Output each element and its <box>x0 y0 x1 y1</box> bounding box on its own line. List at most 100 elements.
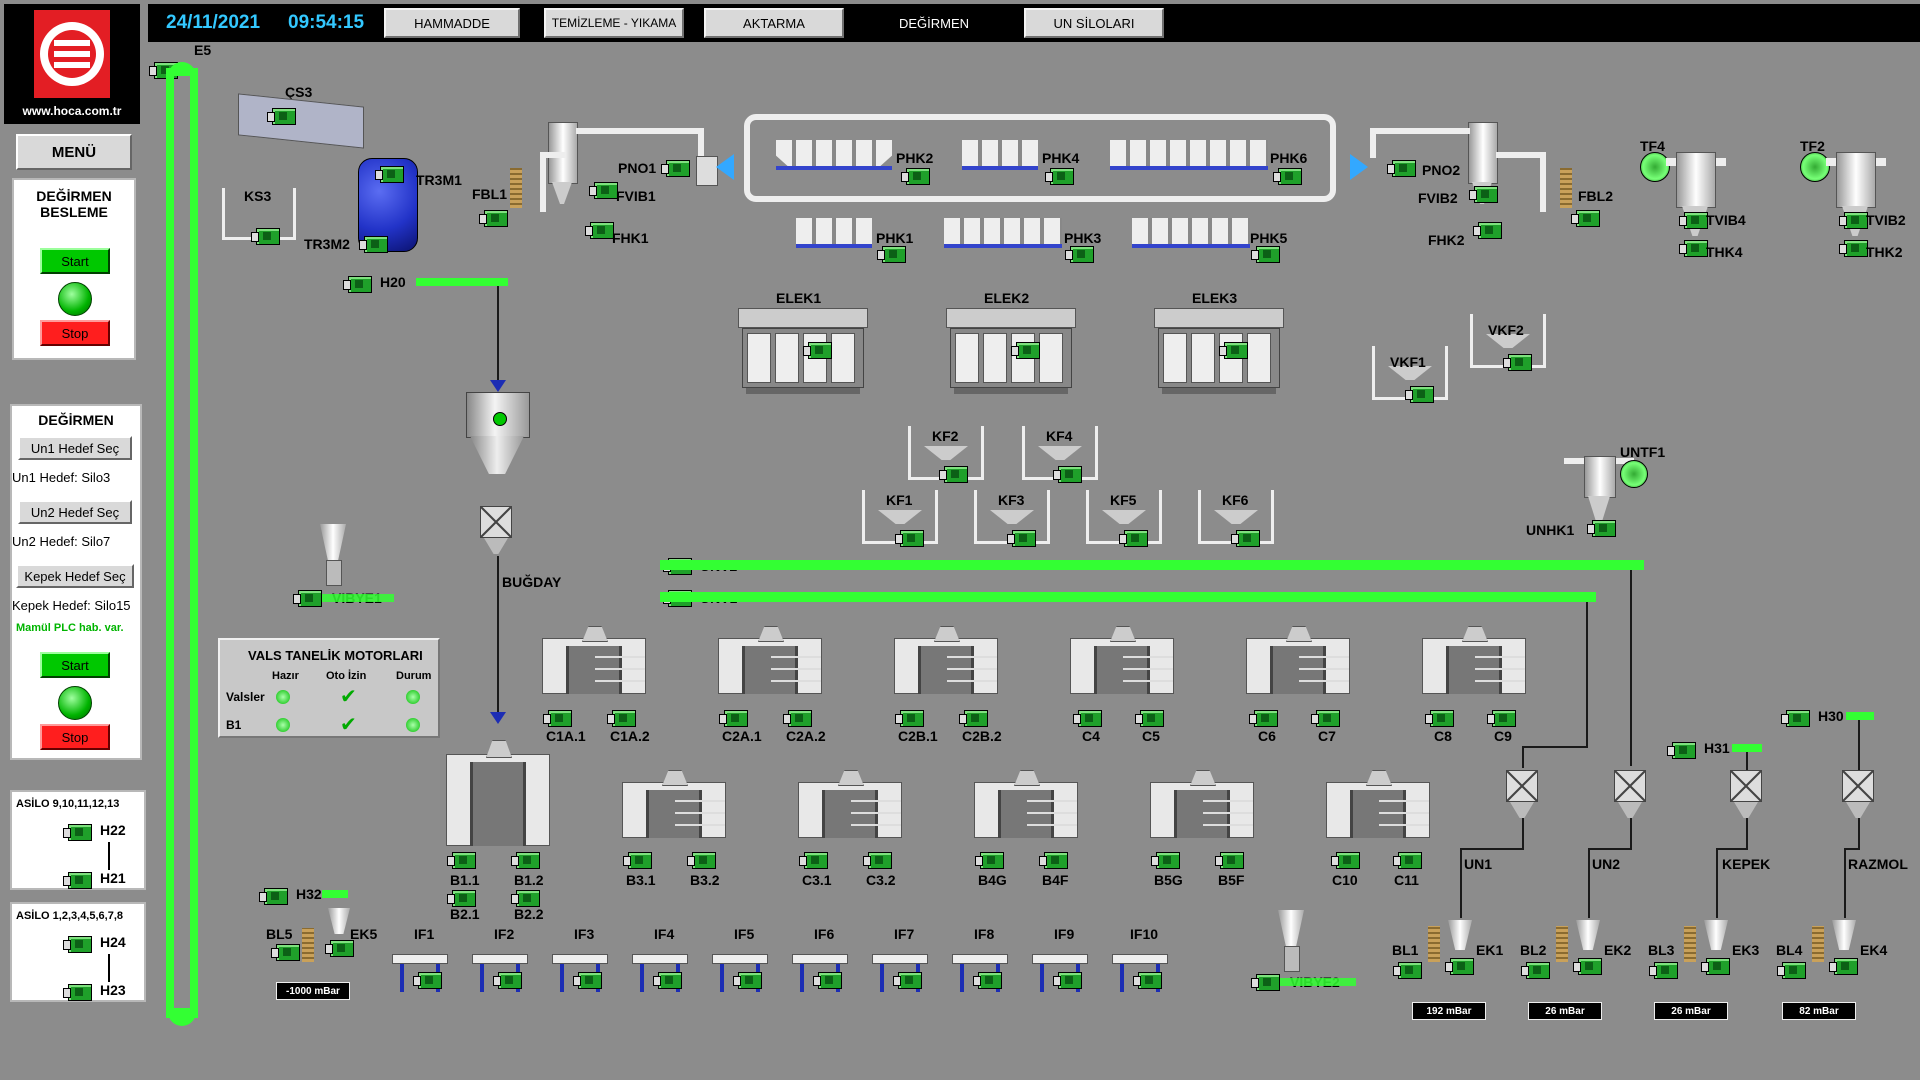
b4f-motor[interactable] <box>1039 852 1068 869</box>
tvib4-motor[interactable] <box>1679 212 1708 229</box>
b4g-motor[interactable] <box>975 852 1004 869</box>
unhk1-motor[interactable] <box>1587 520 1616 537</box>
if5-motor[interactable] <box>733 972 762 989</box>
ek2-motor[interactable] <box>1573 958 1602 975</box>
c3-2-motor[interactable] <box>863 852 892 869</box>
if7-motor[interactable] <box>893 972 922 989</box>
tab-aktarma[interactable]: AKTARMA <box>704 8 844 38</box>
kf4-motor[interactable] <box>1053 466 1082 483</box>
phk1-motor[interactable] <box>877 246 906 263</box>
c2b-2-motor[interactable] <box>959 710 988 727</box>
h31-motor[interactable] <box>1667 742 1696 759</box>
b3-2-motor[interactable] <box>687 852 716 869</box>
if2-motor[interactable] <box>493 972 522 989</box>
kf6-motor[interactable] <box>1231 530 1260 547</box>
cs3-motor[interactable] <box>267 108 296 125</box>
tab-hammadde[interactable]: HAMMADDE <box>384 8 520 38</box>
b5g-motor[interactable] <box>1151 852 1180 869</box>
h20-motor[interactable] <box>343 276 372 293</box>
vkf2-motor[interactable] <box>1503 354 1532 371</box>
h22-motor[interactable] <box>63 824 92 841</box>
b5f-motor[interactable] <box>1215 852 1244 869</box>
h23-motor[interactable] <box>63 984 92 1001</box>
c2a-1-motor[interactable] <box>719 710 748 727</box>
bl5-motor[interactable] <box>271 944 300 961</box>
thk2-motor[interactable] <box>1839 240 1868 257</box>
c10-motor[interactable] <box>1331 852 1360 869</box>
elek2-motor[interactable] <box>1011 342 1040 359</box>
c2b-1-motor[interactable] <box>895 710 924 727</box>
phk2-motor[interactable] <box>901 168 930 185</box>
if1-motor[interactable] <box>413 972 442 989</box>
c5-motor[interactable] <box>1135 710 1164 727</box>
c3-1-motor[interactable] <box>799 852 828 869</box>
fvib2-motor[interactable] <box>1469 186 1498 203</box>
bl4-motor[interactable] <box>1777 962 1806 979</box>
bl3-motor[interactable] <box>1649 962 1678 979</box>
b2-2-motor[interactable] <box>511 890 540 907</box>
ks3-motor[interactable] <box>251 228 280 245</box>
vibye2-motor[interactable] <box>1251 974 1280 991</box>
ek1-motor[interactable] <box>1445 958 1474 975</box>
ek5-motor[interactable] <box>325 940 354 957</box>
feed-start-button[interactable]: Start <box>40 248 110 274</box>
feed-stop-button[interactable]: Stop <box>40 320 110 346</box>
fbl1-motor[interactable] <box>479 210 508 227</box>
b1-1-motor[interactable] <box>447 852 476 869</box>
elek3-motor[interactable] <box>1219 342 1248 359</box>
phk6-motor[interactable] <box>1273 168 1302 185</box>
tab-un-silolari[interactable]: UN SİLOLARI <box>1024 8 1164 38</box>
pno2-motor[interactable] <box>1387 160 1416 177</box>
menu-button[interactable]: MENÜ <box>16 134 132 170</box>
kf1-motor[interactable] <box>895 530 924 547</box>
bl1-motor[interactable] <box>1393 962 1422 979</box>
phk3-motor[interactable] <box>1065 246 1094 263</box>
tvib2-motor[interactable] <box>1839 212 1868 229</box>
mill-stop-button[interactable]: Stop <box>40 724 110 750</box>
c9-motor[interactable] <box>1487 710 1516 727</box>
b2-1-motor[interactable] <box>447 890 476 907</box>
tab-degirmen[interactable]: DEĞİRMEN <box>864 8 1004 38</box>
b3-1-motor[interactable] <box>623 852 652 869</box>
c7-motor[interactable] <box>1311 710 1340 727</box>
kf5-motor[interactable] <box>1119 530 1148 547</box>
fhk1-motor[interactable] <box>585 222 614 239</box>
fhk2-motor[interactable] <box>1473 222 1502 239</box>
tab-temizleme[interactable]: TEMİZLEME - YIKAMA <box>544 8 684 38</box>
tr3m2-motor[interactable] <box>359 236 388 253</box>
if3-motor[interactable] <box>573 972 602 989</box>
c6-motor[interactable] <box>1249 710 1278 727</box>
elek1-motor[interactable] <box>803 342 832 359</box>
if9-motor[interactable] <box>1053 972 1082 989</box>
ek4-motor[interactable] <box>1829 958 1858 975</box>
c4-motor[interactable] <box>1073 710 1102 727</box>
if4-motor[interactable] <box>653 972 682 989</box>
fvib1-motor[interactable] <box>589 182 618 199</box>
pno1-motor[interactable] <box>661 160 690 177</box>
kf2-motor[interactable] <box>939 466 968 483</box>
c1a-2-motor[interactable] <box>607 710 636 727</box>
c8-motor[interactable] <box>1425 710 1454 727</box>
h21-motor[interactable] <box>63 872 92 889</box>
if6-motor[interactable] <box>813 972 842 989</box>
c1a-1-motor[interactable] <box>543 710 572 727</box>
mill-start-button[interactable]: Start <box>40 652 110 678</box>
bl2-motor[interactable] <box>1521 962 1550 979</box>
vibye1-motor[interactable] <box>293 590 322 607</box>
thk4-motor[interactable] <box>1679 240 1708 257</box>
un1-target-button[interactable]: Un1 Hedef Seç <box>18 436 132 460</box>
vkf1-motor[interactable] <box>1405 386 1434 403</box>
kepek-target-button[interactable]: Kepek Hedef Seç <box>16 564 134 588</box>
c2a-2-motor[interactable] <box>783 710 812 727</box>
fbl2-motor[interactable] <box>1571 210 1600 227</box>
c11-motor[interactable] <box>1393 852 1422 869</box>
un2-target-button[interactable]: Un2 Hedef Seç <box>18 500 132 524</box>
b1-2-motor[interactable] <box>511 852 540 869</box>
phk4-motor[interactable] <box>1045 168 1074 185</box>
h30-motor[interactable] <box>1781 710 1810 727</box>
tr3m1-motor[interactable] <box>375 166 404 183</box>
h32-motor[interactable] <box>259 888 288 905</box>
h24-motor[interactable] <box>63 936 92 953</box>
phk5-motor[interactable] <box>1251 246 1280 263</box>
if8-motor[interactable] <box>973 972 1002 989</box>
